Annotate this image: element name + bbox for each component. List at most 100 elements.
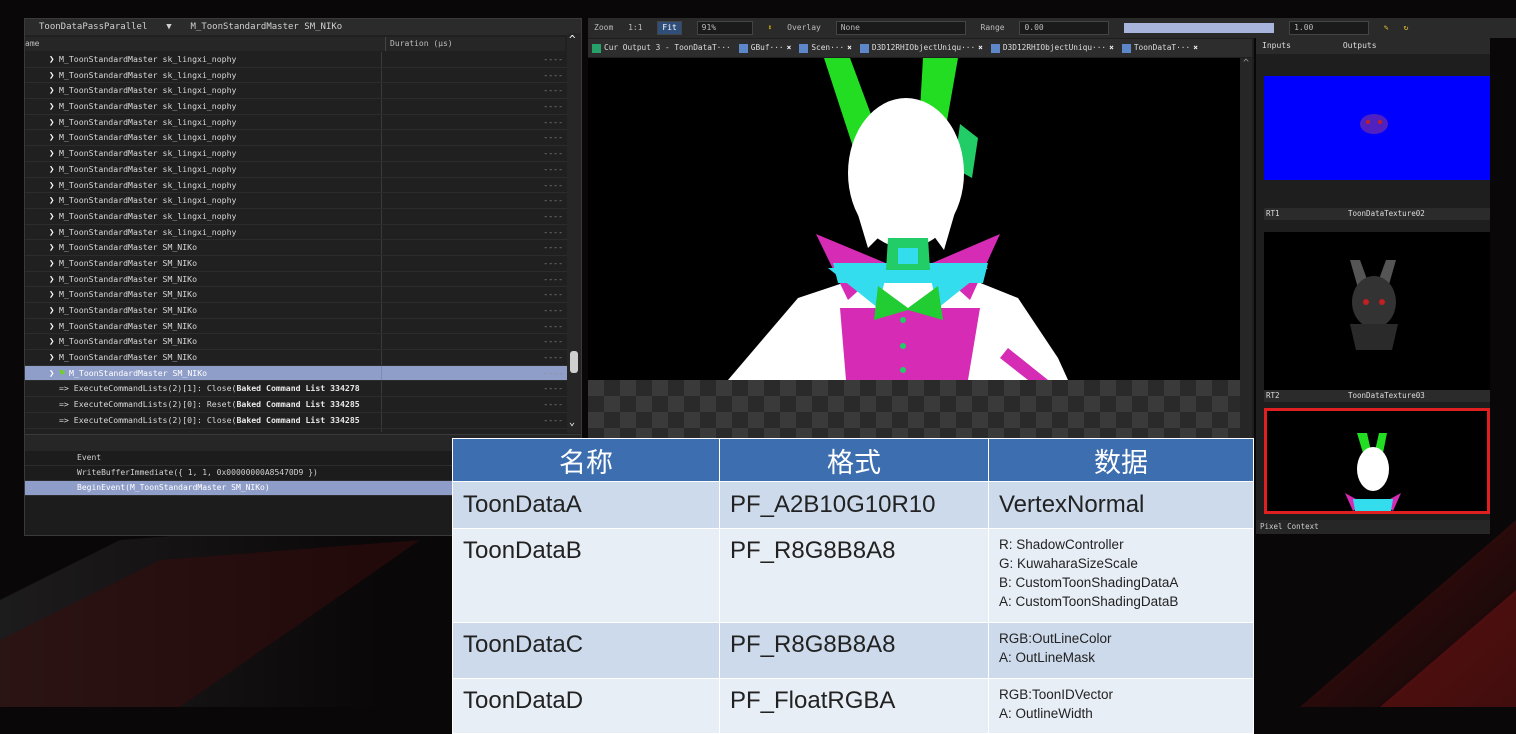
event-row[interactable]: ❯ M_ToonStandardMaster SM_NIKo ---- (25, 255, 567, 272)
close-tab-icon[interactable]: × (978, 43, 983, 52)
expand-chevron-icon[interactable]: ❯ (49, 226, 59, 241)
event-row[interactable]: ❯ M_ToonStandardMaster sk_lingxi_nophy ---… (25, 146, 567, 162)
event-row[interactable]: ❯ M_ToonStandardMaster sk_lingxi_nophy ---… (25, 52, 567, 68)
event-row[interactable]: ❯ M_ToonStandardMaster SM_NIKo ---- (25, 318, 567, 335)
flip-icon[interactable]: ⬍ (767, 23, 772, 32)
scroll-up-icon[interactable]: ^ (1240, 58, 1252, 69)
format-row: ToonDataD PF_FloatRGBA RGB:ToonIDVector A: … (452, 678, 1254, 734)
command-row[interactable]: => ExecuteCommandLists(2)[0]: Reset(Bake… (25, 397, 567, 413)
event-row-duration: ---- (381, 83, 565, 99)
expand-chevron-icon[interactable]: ❯ (49, 210, 59, 225)
event-row[interactable]: ❯ M_ToonStandardMaster sk_lingxi_nophy ---… (25, 161, 567, 178)
range-max-field[interactable]: 1.00 (1289, 20, 1370, 35)
scrollbar-thumb[interactable] (570, 351, 578, 373)
event-row[interactable]: ❯ M_ToonStandardMaster SM_NIKo ---- (25, 303, 567, 319)
command-row-prefix: => ExecuteCommandLists(2)[0]: Reset( (59, 399, 237, 410)
event-row[interactable]: ❯ M_ToonStandardMaster SM_NIKo ---- (25, 287, 567, 303)
zoom-1to1-button[interactable]: 1:1 (628, 23, 642, 32)
event-row[interactable]: ❯ M_ToonStandardMaster sk_lingxi_nophy ---… (25, 99, 567, 115)
zoom-select[interactable]: 91% (696, 20, 753, 35)
dropdown-arrow-icon[interactable]: ▼ (166, 22, 171, 32)
data-line: R: ShadowController (999, 537, 1124, 552)
scroll-down-icon[interactable]: ⌄ (569, 417, 575, 428)
event-row[interactable]: ❯ M_ToonStandardMaster SM_NIKo ---- (25, 271, 567, 288)
event-row[interactable]: ❯ M_ToonStandardMaster sk_lingxi_nophy ---… (25, 114, 567, 131)
expand-chevron-icon[interactable]: ❯ (49, 179, 59, 194)
texture-tab-label: Cur Output 3 - ToonDataT··· (604, 43, 731, 52)
expand-chevron-icon[interactable]: ❯ (49, 351, 59, 366)
scroll-up-icon[interactable]: ^ (569, 34, 576, 45)
range-min-field[interactable]: 0.00 (1019, 20, 1110, 35)
texture-tab[interactable]: GBuf··· × (735, 39, 796, 57)
event-row-duration: ---- (381, 428, 565, 432)
close-tab-icon[interactable]: × (1109, 43, 1114, 52)
overlay-select[interactable]: None (835, 20, 966, 35)
command-row[interactable]: => ExecuteCommandLists(2)[1]: Close(Bake… (25, 381, 567, 398)
texture-viewer: Zoom 1:1 Fit 91% ⬍ Overlay None Range 0.… (588, 18, 1516, 448)
fit-button[interactable]: Fit (657, 20, 682, 35)
event-row[interactable]: ❯ M_ToonStandardMaster sk_lingxi_nophy ---… (25, 177, 567, 194)
event-row-duration: ---- (381, 208, 565, 224)
event-row-selected[interactable]: ❯ ⚑ M_ToonStandardMaster SM_NIKo ---- (25, 365, 567, 382)
expand-chevron-icon[interactable]: ❯ (49, 335, 59, 350)
expand-chevron-icon[interactable]: ❯ (49, 194, 59, 209)
expand-chevron-icon[interactable]: ❯ (49, 241, 59, 256)
range-label: Range (980, 23, 1005, 32)
expand-chevron-icon[interactable]: ❯ (49, 84, 59, 99)
texture-tab[interactable]: Cur Output 3 - ToonDataT··· (588, 39, 735, 57)
format-row: ToonDataA PF_A2B10G10R10 VertexNormal (452, 481, 1254, 529)
command-row[interactable]: => ExecuteCommandLists(2)[1]: Reset(Bake… (25, 428, 567, 432)
texture-tab[interactable]: D3D12RHIObjectUniqu··· × (987, 39, 1118, 57)
expand-chevron-icon[interactable]: ❯ (49, 367, 59, 382)
expand-chevron-icon[interactable]: ❯ (49, 304, 59, 319)
texture-tab[interactable]: ToonDataT··· × (1118, 39, 1202, 57)
expand-chevron-icon[interactable]: ❯ (49, 131, 59, 146)
event-row-label: M_ToonStandardMaster sk_lingxi_nophy (59, 195, 237, 206)
thumbnail-rt1[interactable] (1264, 76, 1490, 180)
tab-outputs[interactable]: Outputs (1337, 38, 1413, 54)
viewport-scrollbar[interactable]: ^ (1240, 58, 1252, 448)
event-row[interactable]: ❯ M_ToonStandardMaster sk_lingxi_nophy ---… (25, 193, 567, 209)
event-row[interactable]: ❯ M_ToonStandardMaster SM_NIKo ---- (25, 334, 567, 351)
expand-chevron-icon[interactable]: ❯ (49, 320, 59, 335)
column-name-header[interactable]: ame (25, 37, 39, 51)
range-slider[interactable] (1124, 22, 1275, 33)
expand-chevron-icon[interactable]: ❯ (49, 163, 59, 178)
command-row[interactable]: => ExecuteCommandLists(2)[0]: Close(Bake… (25, 412, 567, 429)
column-duration-header[interactable]: Duration (µs) (385, 37, 453, 51)
breadcrumb-pass[interactable]: ToonDataPassParallel (39, 22, 147, 32)
event-tree-scrollbar[interactable]: ^ ⌄ (567, 33, 581, 433)
breadcrumb-marker[interactable]: M_ToonStandardMaster SM_NIKo (190, 22, 342, 32)
close-tab-icon[interactable]: × (1193, 43, 1198, 52)
event-row[interactable]: ❯ M_ToonStandardMaster sk_lingxi_nophy ---… (25, 130, 567, 147)
close-tab-icon[interactable]: × (787, 43, 792, 52)
expand-chevron-icon[interactable]: ❯ (49, 53, 59, 68)
expand-chevron-icon[interactable]: ❯ (49, 116, 59, 131)
refresh-icon[interactable]: ↻ (1404, 23, 1409, 32)
expand-chevron-icon[interactable]: ❯ (49, 147, 59, 162)
event-row[interactable]: ❯ M_ToonStandardMaster SM_NIKo ---- (25, 240, 567, 256)
expand-chevron-icon[interactable]: ❯ (49, 288, 59, 303)
texture-tab[interactable]: Scen··· × (795, 39, 856, 57)
texture-viewport[interactable] (588, 58, 1240, 380)
expand-chevron-icon[interactable]: ❯ (49, 100, 59, 115)
texture-tab[interactable]: D3D12RHIObjectUniqu··· × (856, 39, 987, 57)
tab-inputs[interactable]: Inputs (1256, 38, 1332, 54)
event-row[interactable]: ❯ M_ToonStandardMaster sk_lingxi_nophy ---… (25, 83, 567, 100)
thumbnail-current-output[interactable] (1264, 408, 1490, 514)
expand-chevron-icon[interactable]: ❯ (49, 69, 59, 84)
expand-chevron-icon[interactable]: ❯ (49, 257, 59, 272)
event-row-duration: ---- (381, 334, 565, 350)
event-row-duration: ---- (381, 177, 565, 193)
event-row[interactable]: ❯ M_ToonStandardMaster sk_lingxi_nophy ---… (25, 224, 567, 241)
close-tab-icon[interactable]: × (847, 43, 852, 52)
thumbnail-rt2[interactable] (1264, 232, 1490, 390)
wand-icon[interactable]: ✎ (1384, 23, 1389, 32)
event-row[interactable]: ❯ M_ToonStandardMaster SM_NIKo ---- (25, 350, 567, 366)
event-row-label: M_ToonStandardMaster sk_lingxi_nophy (59, 179, 237, 190)
event-row-label: M_ToonStandardMaster SM_NIKo (59, 320, 198, 331)
expand-chevron-icon[interactable]: ❯ (49, 273, 59, 288)
event-row[interactable]: ❯ M_ToonStandardMaster sk_lingxi_nophy ---… (25, 208, 567, 225)
event-row[interactable]: ❯ M_ToonStandardMaster sk_lingxi_nophy ---… (25, 67, 567, 84)
texture-icon (990, 43, 1000, 53)
